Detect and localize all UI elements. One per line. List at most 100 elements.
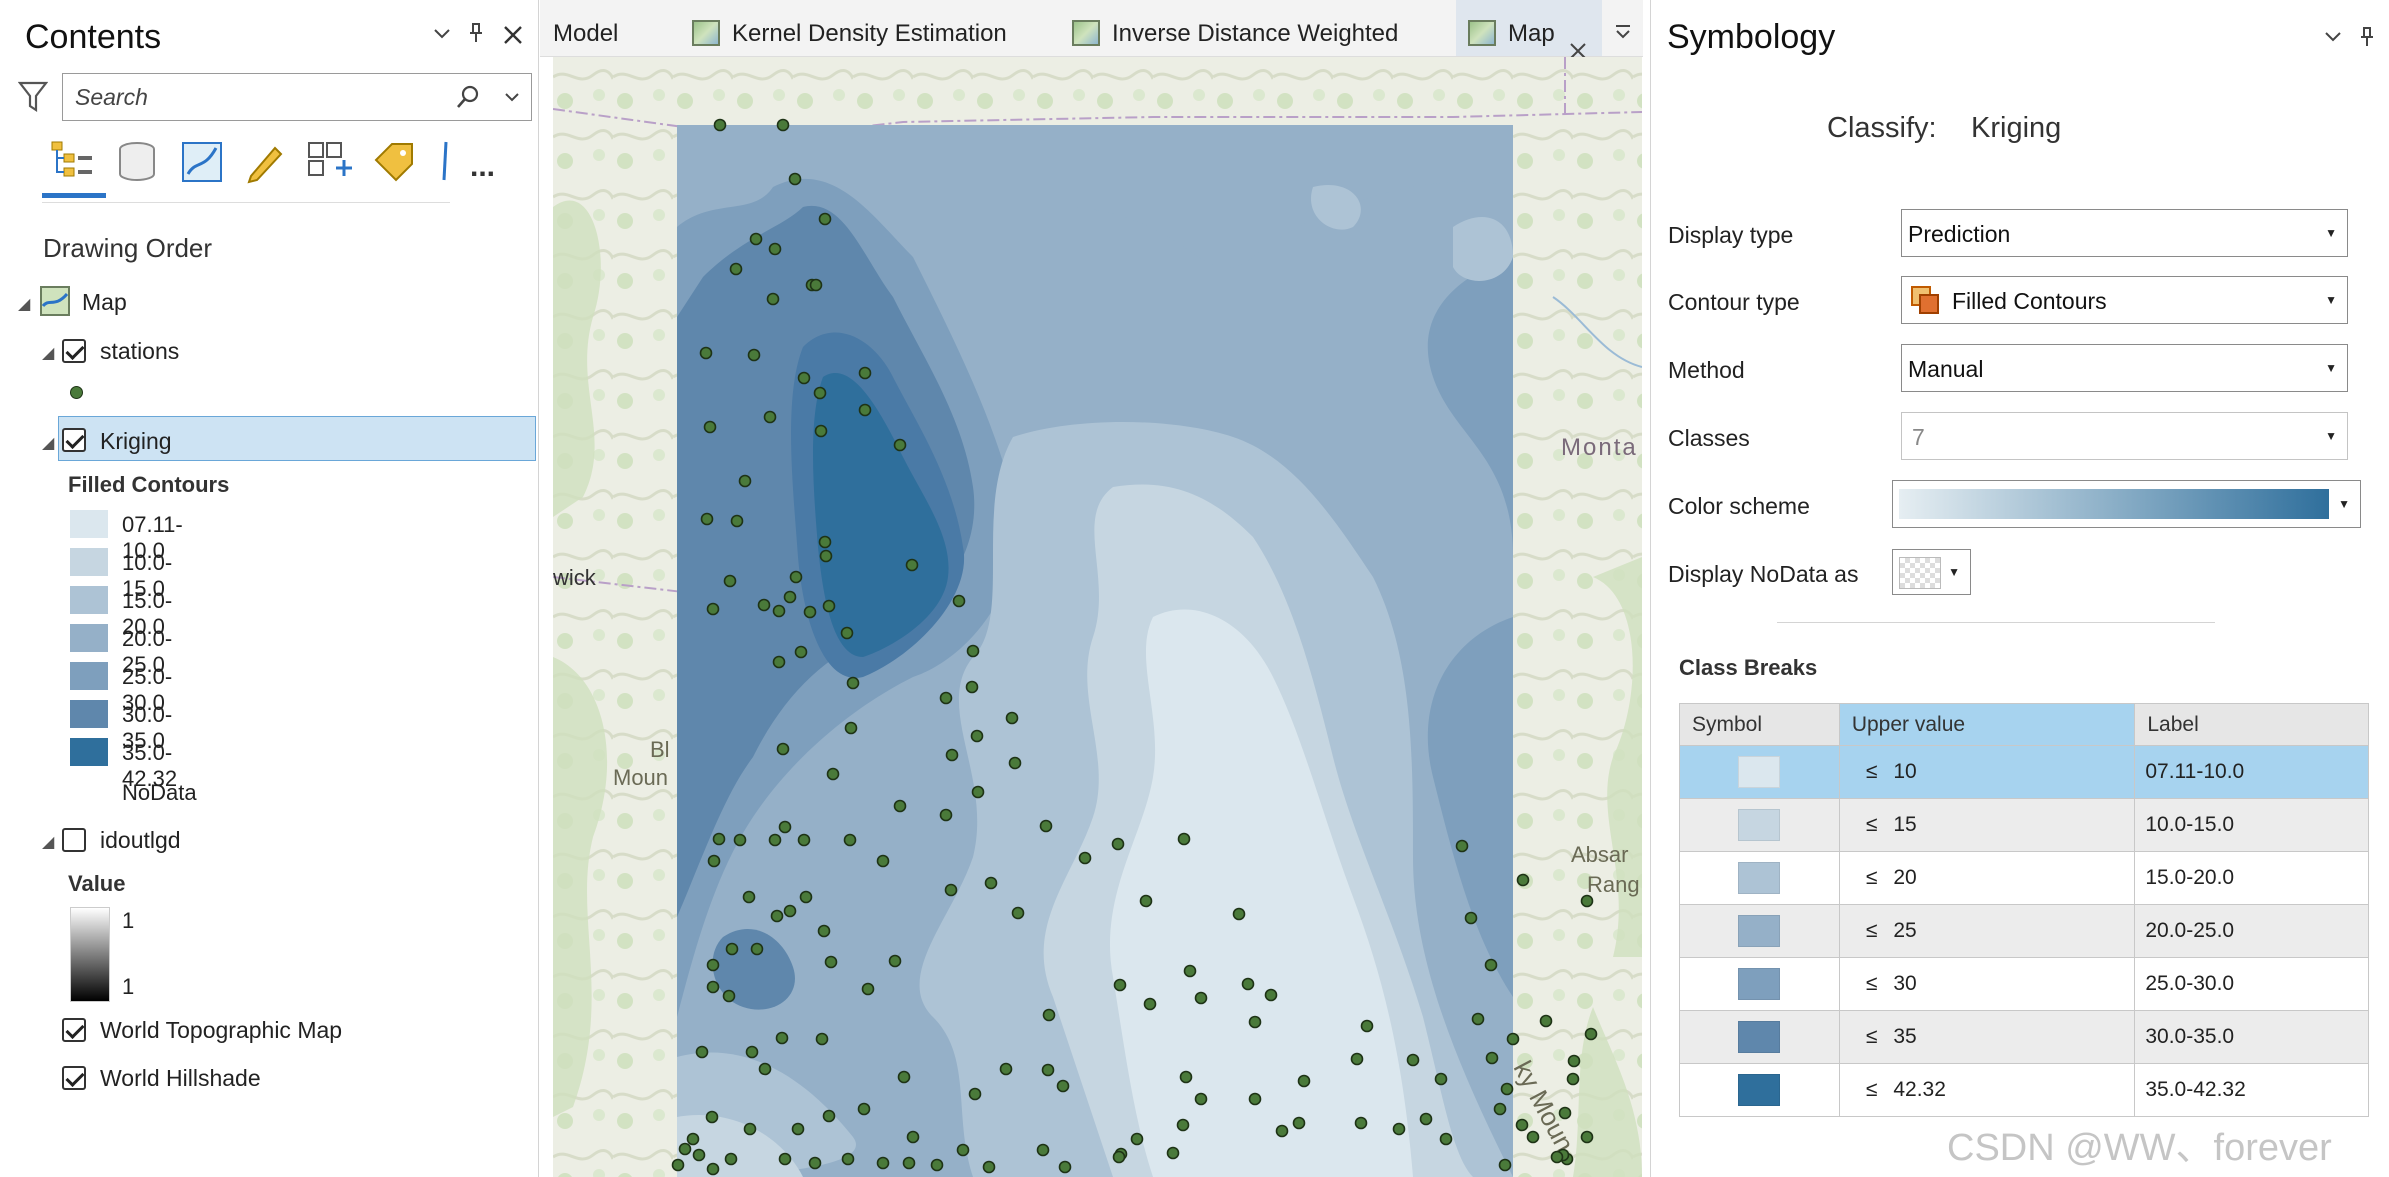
station-point[interactable] bbox=[743, 1122, 757, 1136]
station-point[interactable] bbox=[791, 1122, 805, 1136]
station-point[interactable] bbox=[1264, 988, 1278, 1002]
station-point[interactable] bbox=[970, 729, 984, 743]
station-point[interactable] bbox=[1143, 997, 1157, 1011]
class-symbol-swatch[interactable] bbox=[1738, 1021, 1781, 1053]
color-scheme-select[interactable]: ▼ bbox=[1892, 480, 2361, 528]
station-point[interactable] bbox=[944, 883, 958, 897]
station-point[interactable] bbox=[712, 832, 726, 846]
search-input[interactable]: Search bbox=[62, 73, 532, 121]
station-point[interactable] bbox=[822, 1109, 836, 1123]
class-label-cell[interactable]: 20.0-25.0 bbox=[2134, 904, 2369, 958]
classes-select[interactable]: 7 ▼ bbox=[1901, 412, 2348, 460]
station-point[interactable] bbox=[822, 599, 836, 613]
station-point[interactable] bbox=[1241, 977, 1255, 991]
list-by-editing-icon[interactable] bbox=[243, 140, 287, 184]
layer-kriging[interactable]: Kriging bbox=[100, 428, 172, 455]
tab-overflow-icon[interactable] bbox=[1613, 24, 1633, 45]
station-point[interactable] bbox=[749, 232, 763, 246]
class-label-cell[interactable]: 30.0-35.0 bbox=[2134, 1010, 2369, 1064]
station-point[interactable] bbox=[939, 691, 953, 705]
station-point[interactable] bbox=[729, 262, 743, 276]
station-point[interactable] bbox=[789, 570, 803, 584]
station-point[interactable] bbox=[809, 278, 823, 292]
upper-value-cell[interactable]: ≤20 bbox=[1838, 851, 2136, 905]
class-break-row[interactable]: ≤42.32 35.0-42.32 bbox=[1679, 1063, 2369, 1117]
collapse-triangle-icon[interactable]: ◢ bbox=[18, 294, 30, 314]
station-point[interactable] bbox=[826, 767, 840, 781]
chevron-down-icon[interactable] bbox=[503, 88, 521, 111]
station-point[interactable] bbox=[1292, 1116, 1306, 1130]
station-point[interactable] bbox=[713, 118, 727, 132]
station-point[interactable] bbox=[723, 574, 737, 588]
station-point[interactable] bbox=[893, 438, 907, 452]
world-topo-visibility-checkbox[interactable] bbox=[62, 1018, 86, 1042]
station-point[interactable] bbox=[738, 474, 752, 488]
station-point[interactable] bbox=[1485, 1051, 1499, 1065]
station-point[interactable] bbox=[686, 1132, 700, 1146]
station-point[interactable] bbox=[939, 808, 953, 822]
station-point[interactable] bbox=[1506, 1032, 1520, 1046]
station-point[interactable] bbox=[758, 1062, 772, 1076]
legend-swatch[interactable] bbox=[70, 662, 108, 690]
station-point[interactable] bbox=[844, 721, 858, 735]
station-point[interactable] bbox=[1500, 1082, 1514, 1096]
station-point[interactable] bbox=[1434, 1072, 1448, 1086]
list-by-labeling-icon[interactable] bbox=[372, 140, 416, 184]
station-point[interactable] bbox=[1039, 819, 1053, 833]
station-point[interactable] bbox=[671, 1158, 685, 1172]
upper-value-cell[interactable]: ≤10 bbox=[1838, 745, 2136, 799]
station-point[interactable] bbox=[1130, 1132, 1144, 1146]
station-point[interactable] bbox=[706, 958, 720, 972]
station-point[interactable] bbox=[766, 292, 780, 306]
station-point[interactable] bbox=[1112, 1150, 1126, 1164]
class-label-cell[interactable]: 25.0-30.0 bbox=[2134, 957, 2369, 1011]
station-point[interactable] bbox=[724, 1152, 738, 1166]
station-point[interactable] bbox=[1011, 906, 1025, 920]
station-point[interactable] bbox=[846, 676, 860, 690]
filter-icon[interactable] bbox=[17, 80, 49, 119]
upper-value-cell[interactable]: ≤35 bbox=[1838, 1010, 2136, 1064]
station-point[interactable] bbox=[984, 876, 998, 890]
station-point[interactable] bbox=[814, 424, 828, 438]
list-by-perspective-icon[interactable] bbox=[434, 140, 448, 184]
tab-map[interactable]: Map bbox=[1456, 0, 1602, 59]
station-point[interactable] bbox=[824, 955, 838, 969]
label-column-header[interactable]: Label bbox=[2134, 703, 2369, 746]
layer-world-topographic-map[interactable]: World Topographic Map bbox=[100, 1017, 342, 1044]
station-point[interactable] bbox=[1275, 1124, 1289, 1138]
station-point[interactable] bbox=[1360, 1019, 1374, 1033]
station-point[interactable] bbox=[750, 942, 764, 956]
station-point[interactable] bbox=[768, 833, 782, 847]
station-point[interactable] bbox=[1176, 1118, 1190, 1132]
station-point[interactable] bbox=[1516, 873, 1530, 887]
station-point[interactable] bbox=[1498, 1158, 1512, 1172]
station-point[interactable] bbox=[905, 558, 919, 572]
station-point[interactable] bbox=[1455, 839, 1469, 853]
station-point[interactable] bbox=[707, 854, 721, 868]
class-label-cell[interactable]: 15.0-20.0 bbox=[2134, 851, 2369, 905]
class-break-row[interactable]: ≤25 20.0-25.0 bbox=[1679, 904, 2369, 958]
station-point[interactable] bbox=[1406, 1053, 1420, 1067]
layer-world-hillshade[interactable]: World Hillshade bbox=[100, 1065, 261, 1092]
station-point[interactable] bbox=[678, 1142, 692, 1156]
map-canvas[interactable]: wick Monta Bl Moun Absar Rang ky Moun bbox=[553, 57, 1642, 1177]
station-point[interactable] bbox=[1580, 1130, 1594, 1144]
class-symbol-swatch[interactable] bbox=[1738, 809, 1781, 841]
station-point[interactable] bbox=[1471, 1012, 1485, 1026]
map-view[interactable]: wick Monta Bl Moun Absar Rang ky Moun bbox=[553, 57, 1642, 1177]
station-point[interactable] bbox=[1041, 1063, 1055, 1077]
station-point[interactable] bbox=[797, 371, 811, 385]
station-point[interactable] bbox=[818, 212, 832, 226]
station-point[interactable] bbox=[858, 403, 872, 417]
class-symbol-cell[interactable] bbox=[1679, 851, 1840, 905]
legend-swatch[interactable] bbox=[70, 738, 108, 766]
station-point[interactable] bbox=[1194, 1092, 1208, 1106]
station-point[interactable] bbox=[813, 386, 827, 400]
station-point[interactable] bbox=[706, 980, 720, 994]
upper-value-cell[interactable]: ≤15 bbox=[1838, 798, 2136, 852]
station-point[interactable] bbox=[819, 549, 833, 563]
station-point[interactable] bbox=[778, 820, 792, 834]
station-point[interactable] bbox=[1539, 1014, 1553, 1028]
station-point[interactable] bbox=[818, 535, 832, 549]
station-point[interactable] bbox=[788, 172, 802, 186]
